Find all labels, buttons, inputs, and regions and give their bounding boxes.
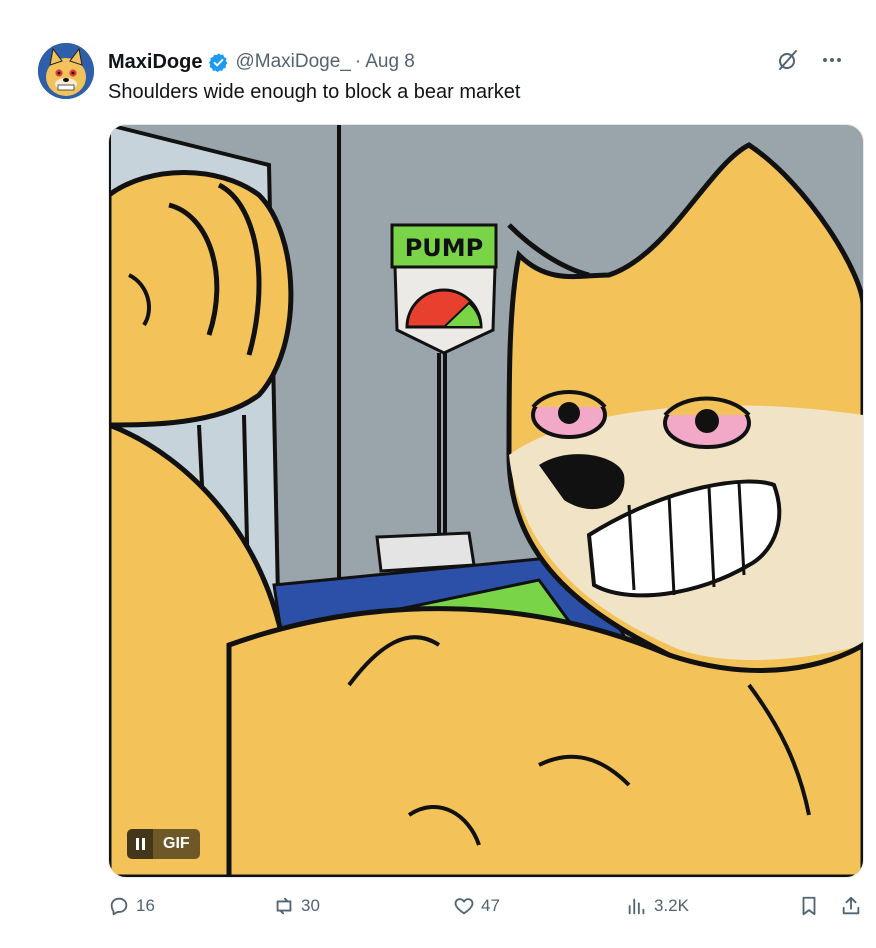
views-icon — [628, 898, 645, 915]
reply-count: 16 — [136, 896, 155, 915]
avatar-image — [38, 43, 94, 99]
separator-dot: · — [354, 51, 362, 72]
reply-icon — [110, 897, 128, 916]
pause-icon[interactable] — [127, 829, 153, 859]
action-bar: 16 30 47 3.2K — [108, 895, 868, 925]
verified-badge-icon — [208, 52, 229, 73]
media-gif[interactable]: PUMP GIF — [108, 124, 864, 878]
avatar[interactable] — [38, 43, 94, 99]
bookmark-icon — [802, 896, 816, 916]
repost-count: 30 — [301, 896, 320, 915]
gif-label: GIF — [153, 829, 200, 859]
share-icon — [842, 896, 860, 915]
like-button[interactable]: 47 — [453, 895, 500, 917]
gif-illustration: PUMP — [109, 125, 863, 877]
repost-icon — [276, 897, 292, 915]
grok-icon[interactable] — [776, 48, 800, 77]
tweet-header: MaxiDoge @MaxiDoge_ · Aug 8 — [108, 48, 856, 76]
like-icon — [454, 898, 474, 915]
repost-button[interactable]: 30 — [273, 895, 320, 917]
more-icon[interactable] — [820, 48, 844, 77]
author-handle[interactable]: @MaxiDoge_ — [235, 51, 350, 73]
bookmark-button[interactable] — [798, 895, 820, 917]
tweet-date[interactable]: Aug 8 — [365, 51, 415, 73]
views-button[interactable]: 3.2K — [626, 895, 689, 917]
like-count: 47 — [481, 896, 500, 915]
tweet-text: Shoulders wide enough to block a bear ma… — [108, 81, 521, 103]
pump-sign-text: PUMP — [405, 234, 484, 262]
reply-button[interactable]: 16 — [108, 895, 155, 917]
views-count: 3.2K — [654, 896, 689, 915]
share-button[interactable] — [840, 895, 862, 917]
author-name[interactable]: MaxiDoge — [108, 51, 202, 74]
gif-badge[interactable]: GIF — [127, 829, 200, 859]
